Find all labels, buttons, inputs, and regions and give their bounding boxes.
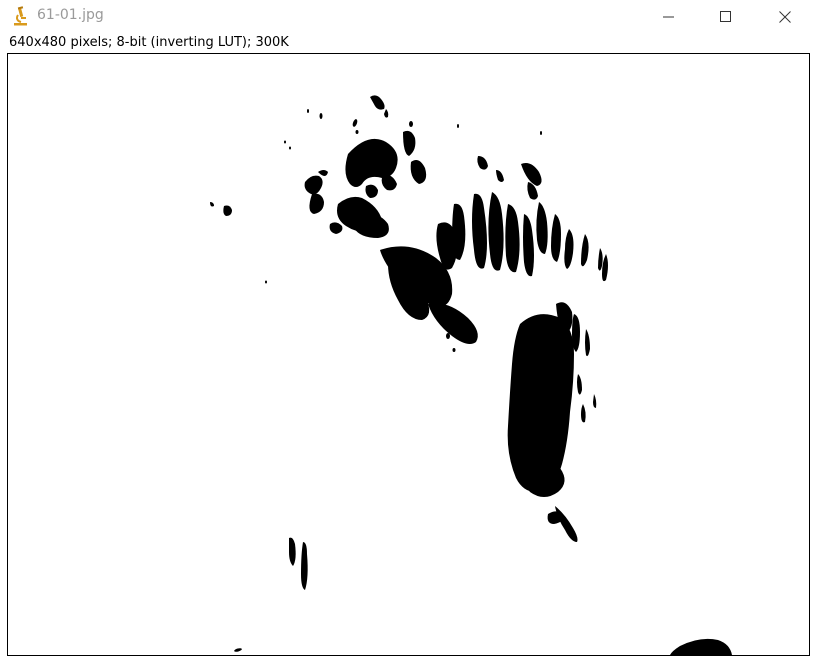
close-button[interactable]	[756, 0, 814, 33]
minimize-icon	[663, 16, 674, 17]
image-info-bar: 640x480 pixels; 8-bit (inverting LUT); 3…	[9, 35, 289, 50]
maximize-icon	[720, 10, 731, 22]
title-bar[interactable]: 61-01.jpg	[0, 0, 815, 33]
microscope-icon	[12, 6, 30, 26]
minimize-button[interactable]	[640, 0, 698, 33]
image-canvas[interactable]	[7, 53, 810, 656]
close-icon	[779, 10, 791, 23]
window-title: 61-01.jpg	[37, 7, 104, 23]
imagej-image-window: 61-01.jpg 640x480 pixels; 8-bit (inverti…	[0, 0, 815, 658]
thresholded-image	[8, 54, 809, 655]
maximize-button[interactable]	[697, 0, 755, 33]
